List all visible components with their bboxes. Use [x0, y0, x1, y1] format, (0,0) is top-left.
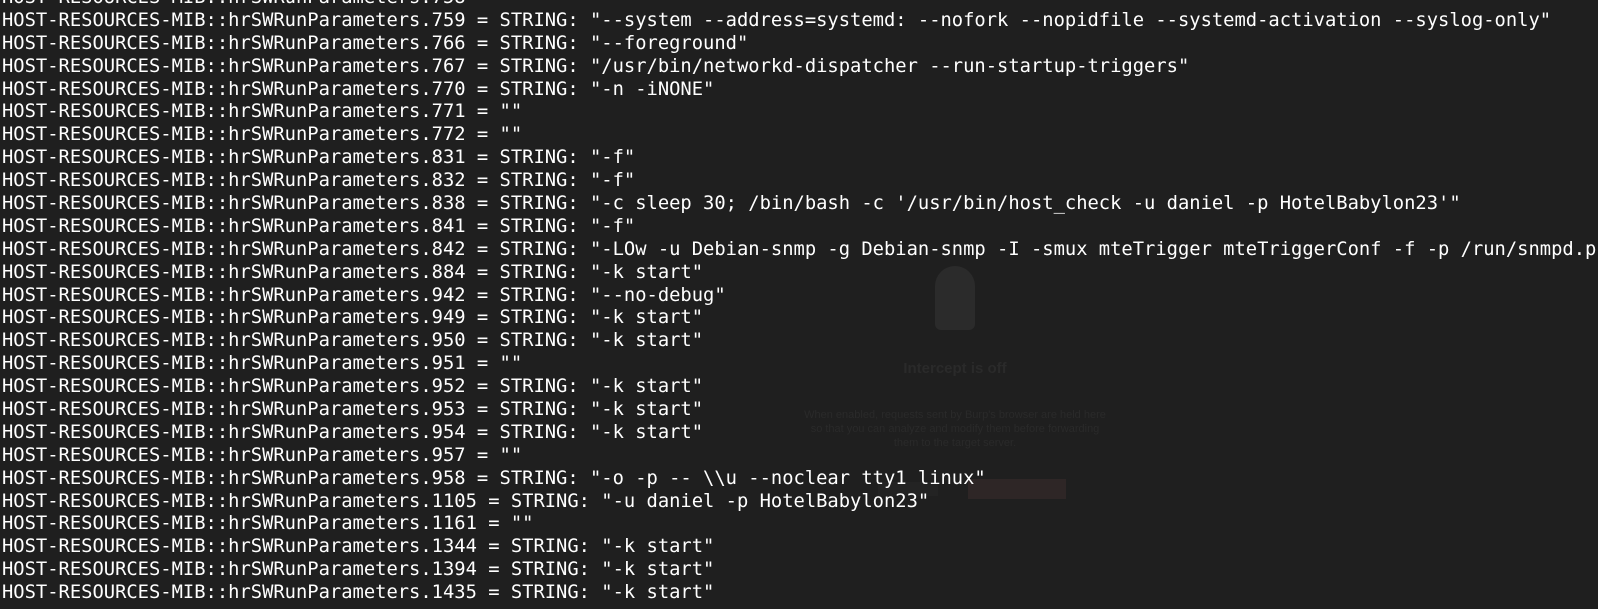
terminal-line: HOST-RESOURCES-MIB::hrSWRunParameters.84…: [2, 215, 636, 237]
terminal-line: HOST-RESOURCES-MIB::hrSWRunParameters.94…: [2, 307, 704, 329]
terminal-line: HOST-RESOURCES-MIB::hrSWRunParameters.77…: [2, 101, 523, 123]
terminal-line: HOST-RESOURCES-MIB::hrSWRunParameters.13…: [2, 559, 715, 581]
terminal-line: HOST-RESOURCES-MIB::hrSWRunParameters.76…: [2, 55, 1190, 77]
terminal-line: HOST-RESOURCES-MIB::hrSWRunParameters.95…: [2, 330, 704, 352]
terminal-line: HOST-RESOURCES-MIB::hrSWRunParameters.13…: [2, 536, 715, 558]
terminal-line: HOST-RESOURCES-MIB::hrSWRunParameters.95…: [2, 467, 986, 489]
terminal-line: HOST-RESOURCES-MIB::hrSWRunParameters.95…: [2, 421, 704, 443]
terminal-line: HOST-RESOURCES-MIB::hrSWRunParameters.77…: [2, 78, 715, 100]
terminal-line: HOST-RESOURCES-MIB::hrSWRunParameters.11…: [2, 490, 930, 512]
terminal-line: HOST-RESOURCES-MIB::hrSWRunParameters.77…: [2, 124, 523, 146]
terminal-line: HOST-RESOURCES-MIB::hrSWRunParameters.95…: [2, 353, 523, 375]
terminal-line: HOST-RESOURCES-MIB::hrSWRunParameters.83…: [2, 170, 636, 192]
terminal-line: HOST-RESOURCES-MIB::hrSWRunParameters.14…: [2, 582, 715, 604]
terminal-line: HOST-RESOURCES-MIB::hrSWRunParameters.95…: [2, 444, 523, 466]
terminal-line: HOST-RESOURCES-MIB::hrSWRunParameters.11…: [2, 513, 534, 535]
terminal-line: HOST-RESOURCES-MIB::hrSWRunParameters.94…: [2, 284, 726, 306]
terminal-line: HOST-RESOURCES-MIB::hrSWRunParameters.83…: [2, 147, 636, 169]
terminal-window[interactable]: Intercept is off When enabled, requests …: [0, 0, 1598, 609]
terminal-line: HOST-RESOURCES-MIB::hrSWRunParameters.95…: [2, 376, 704, 398]
terminal-line: HOST-RESOURCES-MIB::hrSWRunParameters.75…: [2, 0, 1598, 10]
terminal-line: HOST-RESOURCES-MIB::hrSWRunParameters.88…: [2, 261, 704, 283]
terminal-line: HOST-RESOURCES-MIB::hrSWRunParameters.84…: [2, 238, 1598, 260]
terminal-line: HOST-RESOURCES-MIB::hrSWRunParameters.76…: [2, 32, 749, 54]
terminal-line: HOST-RESOURCES-MIB::hrSWRunParameters.95…: [2, 399, 704, 421]
terminal-line: HOST-RESOURCES-MIB::hrSWRunParameters.75…: [2, 9, 1552, 31]
terminal-output: HOST-RESOURCES-MIB::hrSWRunParameters.75…: [2, 0, 1598, 605]
terminal-line: HOST-RESOURCES-MIB::hrSWRunParameters.83…: [2, 193, 1461, 215]
